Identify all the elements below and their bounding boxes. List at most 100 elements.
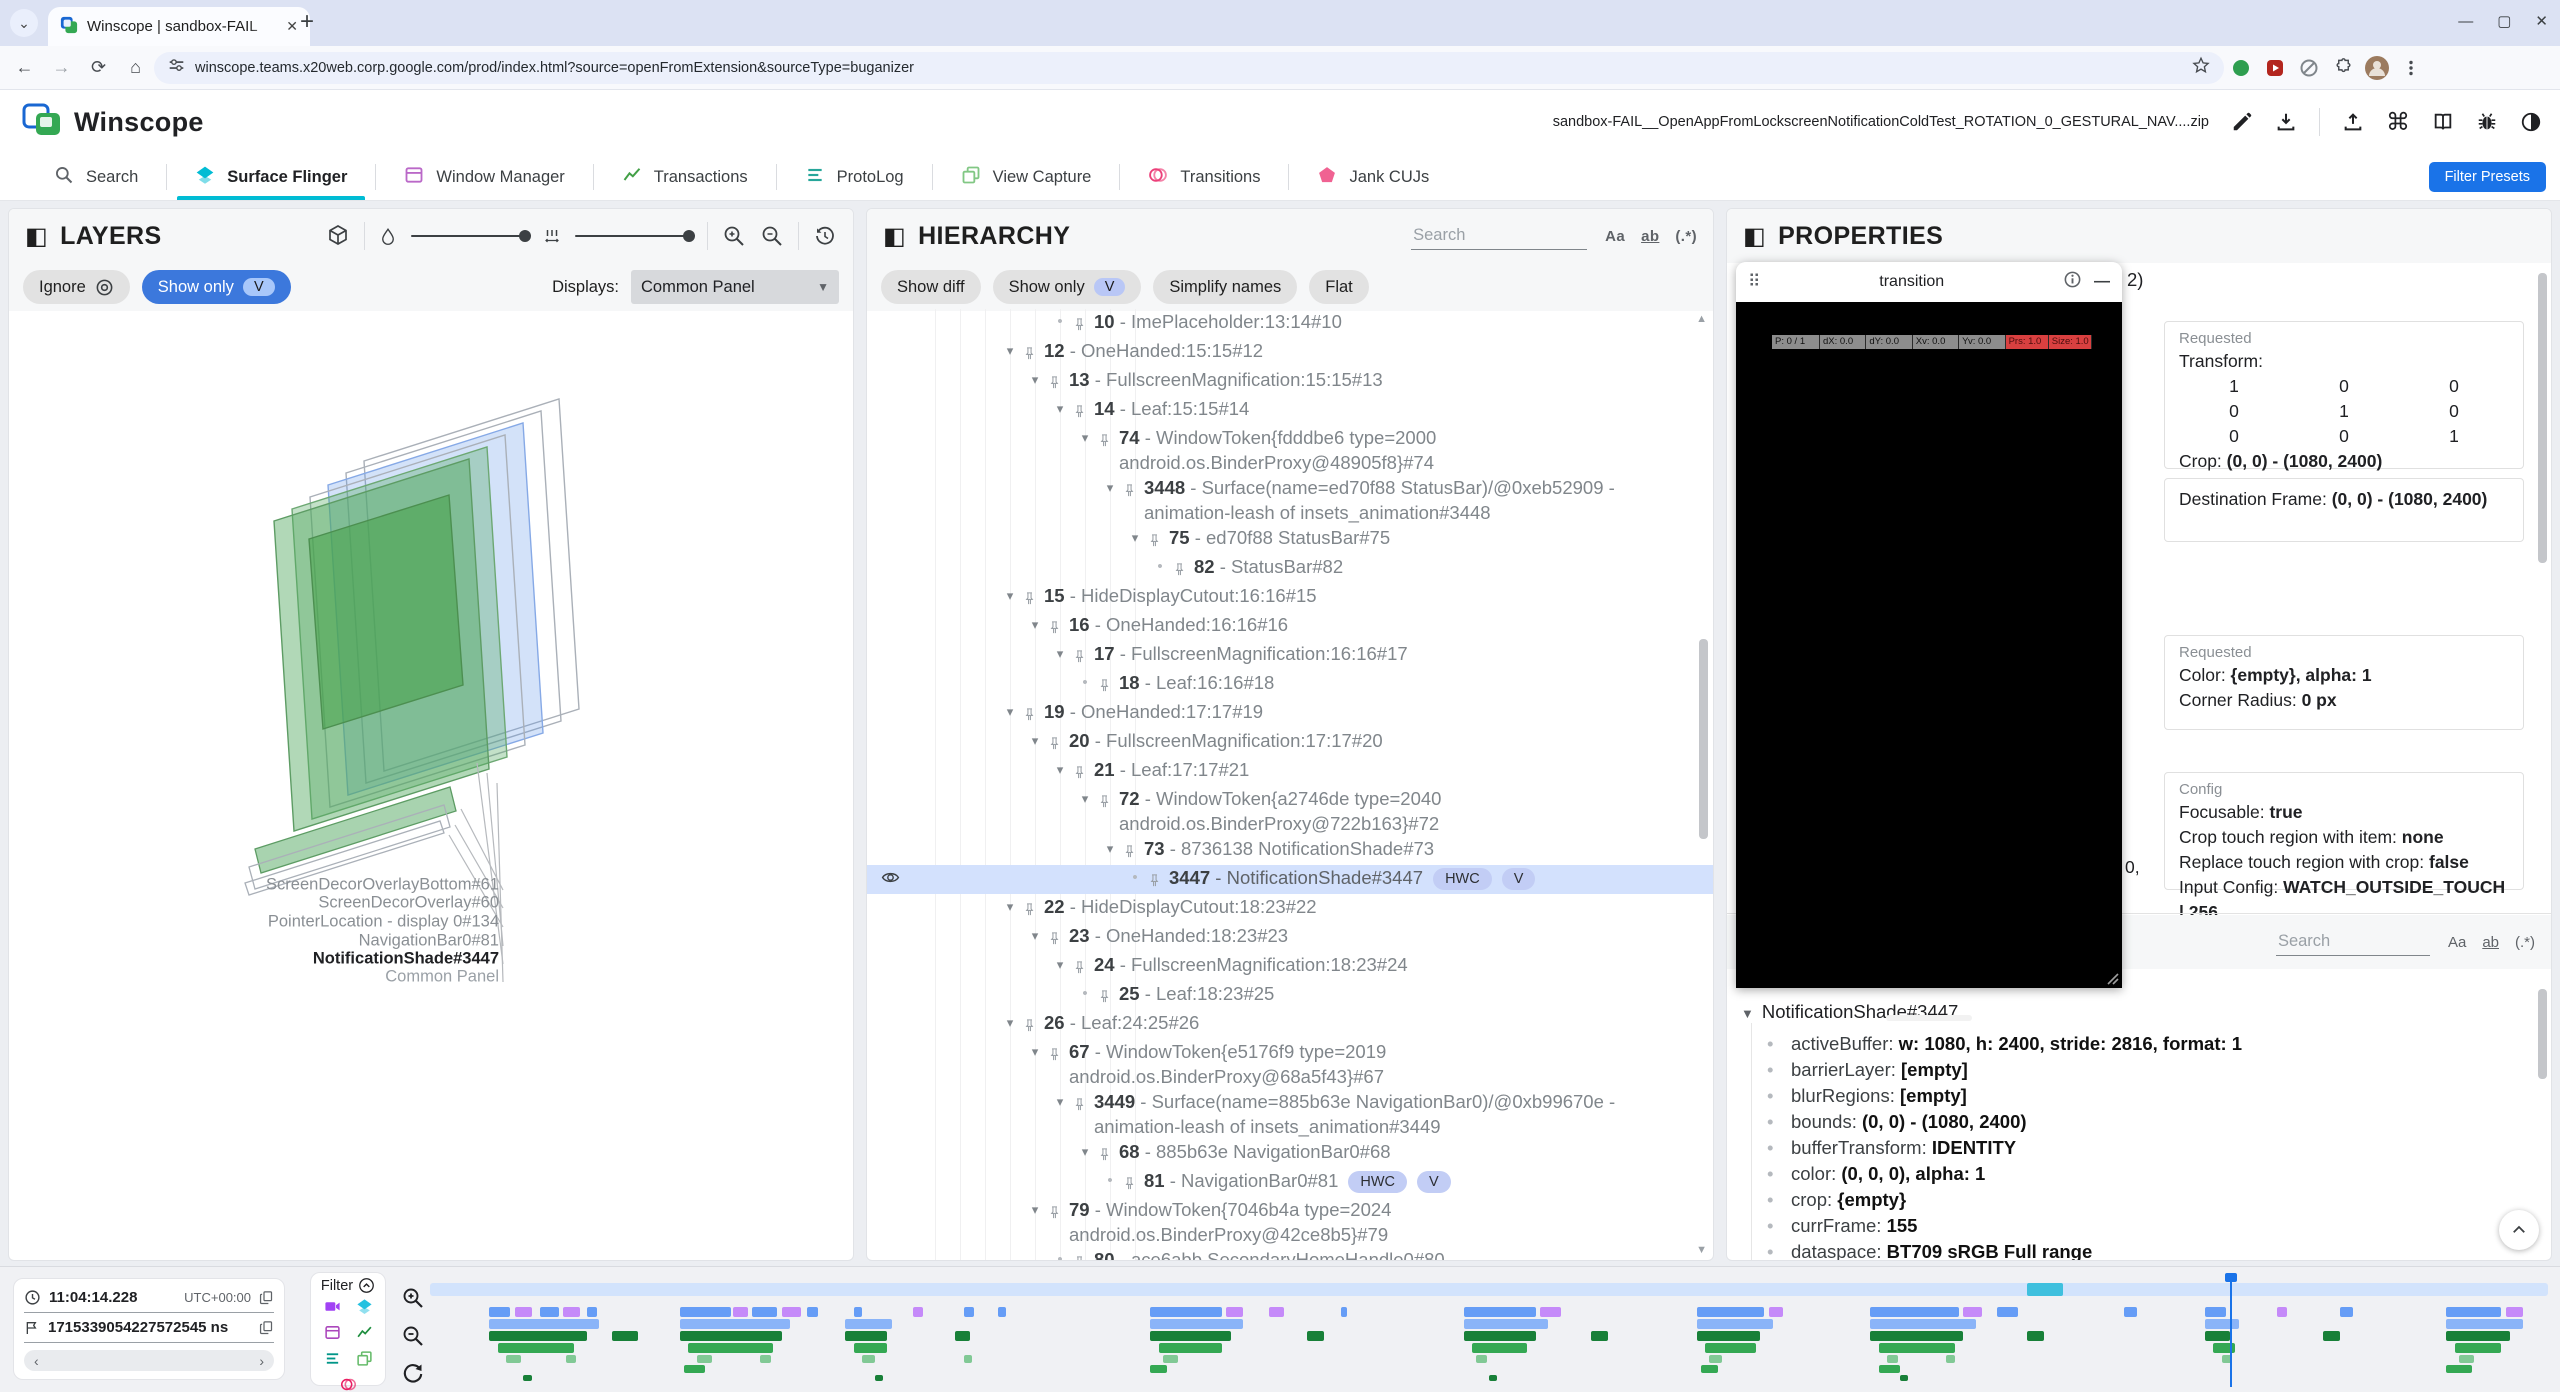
expand-arrow-icon[interactable]: ▾ — [1023, 367, 1047, 392]
trace-segment[interactable] — [2205, 1307, 2226, 1317]
trace-tab-transactions[interactable]: Transactions — [594, 154, 776, 200]
minimize-icon[interactable]: — — [2458, 13, 2473, 30]
trace-segment[interactable] — [680, 1307, 731, 1317]
expand-arrow-icon[interactable]: ▾ — [1048, 952, 1072, 977]
hierarchy-node-82[interactable]: •82 - StatusBar#82 — [867, 554, 1713, 583]
hierarchy-node-13[interactable]: ▾13 - FullscreenMagnification:15:15#13 — [867, 367, 1713, 396]
ignore-chip[interactable]: Ignore — [23, 270, 130, 304]
layer-label[interactable]: NavigationBar0#81 — [359, 932, 499, 951]
trace-segment[interactable] — [1307, 1331, 1324, 1341]
hierarchy-node-24[interactable]: ▾24 - FullscreenMagnification:18:23#24 — [867, 952, 1713, 981]
trace-segment[interactable] — [1591, 1331, 1608, 1341]
trace-segment[interactable] — [1963, 1307, 1982, 1317]
pin-icon[interactable] — [1122, 836, 1144, 865]
property-node[interactable]: •activeBuffer: w: 1080, h: 2400, stride:… — [1727, 1031, 2551, 1057]
hierarchy-node-3449[interactable]: ▾3449 - Surface(name=885b63e NavigationB… — [867, 1089, 1713, 1139]
new-tab-button[interactable]: + — [300, 8, 314, 36]
hierarchy-node-17[interactable]: ▾17 - FullscreenMagnification:16:16#17 — [867, 641, 1713, 670]
expand-arrow-icon[interactable]: ▾ — [1073, 1139, 1097, 1164]
trace-segment[interactable] — [1697, 1307, 1765, 1317]
browser-menu-icon[interactable] — [2394, 60, 2428, 76]
trace-segment[interactable] — [1464, 1331, 1536, 1341]
trace-segment[interactable] — [845, 1319, 892, 1329]
layers-3d-canvas[interactable]: ScreenDecorOverlayBottom#61ScreenDecorOv… — [9, 311, 854, 1261]
zoom-in-icon[interactable] — [722, 224, 746, 248]
hierarchy-node-3448[interactable]: ▾3448 - Surface(name=ed70f88 StatusBar)/… — [867, 475, 1713, 525]
trace-segment[interactable] — [1150, 1307, 1222, 1317]
match-word-toggle[interactable]: ab — [1641, 228, 1659, 245]
close-icon[interactable]: ✕ — [2535, 12, 2548, 30]
trace-segment[interactable] — [2124, 1307, 2137, 1317]
trace-segment[interactable] — [1946, 1355, 1954, 1363]
trace-segment[interactable] — [1150, 1319, 1243, 1329]
trace-segment[interactable] — [1887, 1355, 1898, 1363]
show-only-chip[interactable]: Show only V — [993, 270, 1142, 304]
human-time-row[interactable]: 11:04:14.228 UTC+00:00 — [24, 1283, 274, 1313]
download-icon[interactable] — [2275, 111, 2297, 133]
filter-presets-button[interactable]: Filter Presets — [2429, 162, 2546, 192]
trace-segment[interactable] — [760, 1355, 771, 1363]
trace-segment[interactable] — [782, 1307, 801, 1317]
trace-segment[interactable] — [1879, 1343, 1955, 1353]
pin-icon[interactable] — [1097, 786, 1119, 815]
hierarchy-node-26[interactable]: ▾26 - Leaf:24:25#26 — [867, 1010, 1713, 1039]
pin-icon[interactable] — [1072, 757, 1094, 786]
hierarchy-node-79[interactable]: ▾79 - WindowToken{7046b4a type=2024 andr… — [867, 1197, 1713, 1247]
trace-segment[interactable] — [2455, 1343, 2502, 1353]
trace-segment[interactable] — [1870, 1319, 1976, 1329]
trace-segment[interactable] — [1159, 1343, 1223, 1353]
trace-segment[interactable] — [998, 1307, 1006, 1317]
trace-segment[interactable] — [2446, 1319, 2522, 1329]
pin-icon[interactable] — [1147, 865, 1169, 894]
layers-3d-view[interactable] — [9, 311, 854, 1261]
match-case-toggle[interactable]: Aa — [1605, 228, 1625, 245]
trace-segment[interactable] — [1879, 1365, 1900, 1373]
panel-icon[interactable]: ◧ — [1743, 222, 1766, 251]
trace-segment[interactable] — [2277, 1307, 2288, 1317]
trace-segment[interactable] — [1489, 1375, 1497, 1381]
trace-segment[interactable] — [1769, 1307, 1784, 1317]
expand-arrow-icon[interactable]: ▾ — [1023, 612, 1047, 637]
pin-icon[interactable] — [1072, 1247, 1094, 1260]
trace-segment[interactable] — [515, 1307, 532, 1317]
trace-segment[interactable] — [587, 1307, 598, 1317]
dark-mode-icon[interactable] — [2520, 111, 2542, 133]
url-bar[interactable]: winscope.teams.x20web.corp.google.com/pr… — [154, 52, 2224, 84]
layer-label[interactable]: Common Panel — [385, 968, 499, 987]
simplify-names-chip[interactable]: Simplify names — [1153, 270, 1297, 304]
regex-toggle[interactable]: (.*) — [2515, 934, 2535, 951]
trace-segment[interactable] — [2323, 1331, 2340, 1341]
property-node[interactable]: •barrierLayer: [empty] — [1727, 1057, 2551, 1083]
trace-segment[interactable] — [680, 1331, 782, 1341]
properties-tree-scrollbar[interactable] — [2538, 989, 2547, 1079]
expand-arrow-icon[interactable]: ▾ — [1023, 1039, 1047, 1064]
pin-icon[interactable] — [1097, 670, 1119, 699]
hierarchy-node-74[interactable]: ▾74 - WindowToken{fdddbe6 type=2000 andr… — [867, 425, 1713, 475]
trace-segment[interactable] — [913, 1307, 924, 1317]
expand-arrow-icon[interactable]: ▾ — [998, 583, 1022, 608]
panel-icon[interactable]: ◧ — [883, 222, 906, 251]
pin-icon[interactable] — [1097, 1139, 1119, 1168]
properties-scrollbar[interactable] — [2538, 273, 2547, 563]
trace-segment[interactable] — [862, 1355, 875, 1363]
maximize-icon[interactable]: ▢ — [2497, 12, 2511, 30]
hierarchy-node-68[interactable]: ▾68 - 885b63e NavigationBar0#68 — [867, 1139, 1713, 1168]
trace-segment[interactable] — [697, 1355, 712, 1363]
trace-segment[interactable] — [845, 1331, 887, 1341]
expand-arrow-icon[interactable]: ▾ — [1023, 923, 1047, 948]
expand-arrow-icon[interactable]: ▾ — [1123, 525, 1147, 550]
timeline-cursor[interactable] — [2230, 1277, 2232, 1387]
trace-segment[interactable] — [498, 1343, 574, 1353]
layer-label[interactable]: ScreenDecorOverlayBottom#61 — [266, 876, 499, 895]
trace-segment[interactable] — [1163, 1355, 1178, 1363]
hierarchy-node-3447[interactable]: •3447 - NotificationShade#3447HWCV — [867, 865, 1713, 894]
trace-segment[interactable] — [1150, 1365, 1167, 1373]
trace-tab-transitions[interactable]: Transitions — [1120, 154, 1288, 200]
trace-tab-window-manager[interactable]: Window Manager — [376, 154, 592, 200]
pin-icon[interactable] — [1047, 367, 1069, 396]
hierarchy-node-20[interactable]: ▾20 - FullscreenMagnification:17:17#20 — [867, 728, 1713, 757]
trace-segment[interactable] — [1697, 1319, 1773, 1329]
pin-icon[interactable] — [1047, 1197, 1069, 1226]
property-node[interactable]: •blurRegions: [empty] — [1727, 1083, 2551, 1109]
copy-icon[interactable] — [259, 1290, 274, 1305]
